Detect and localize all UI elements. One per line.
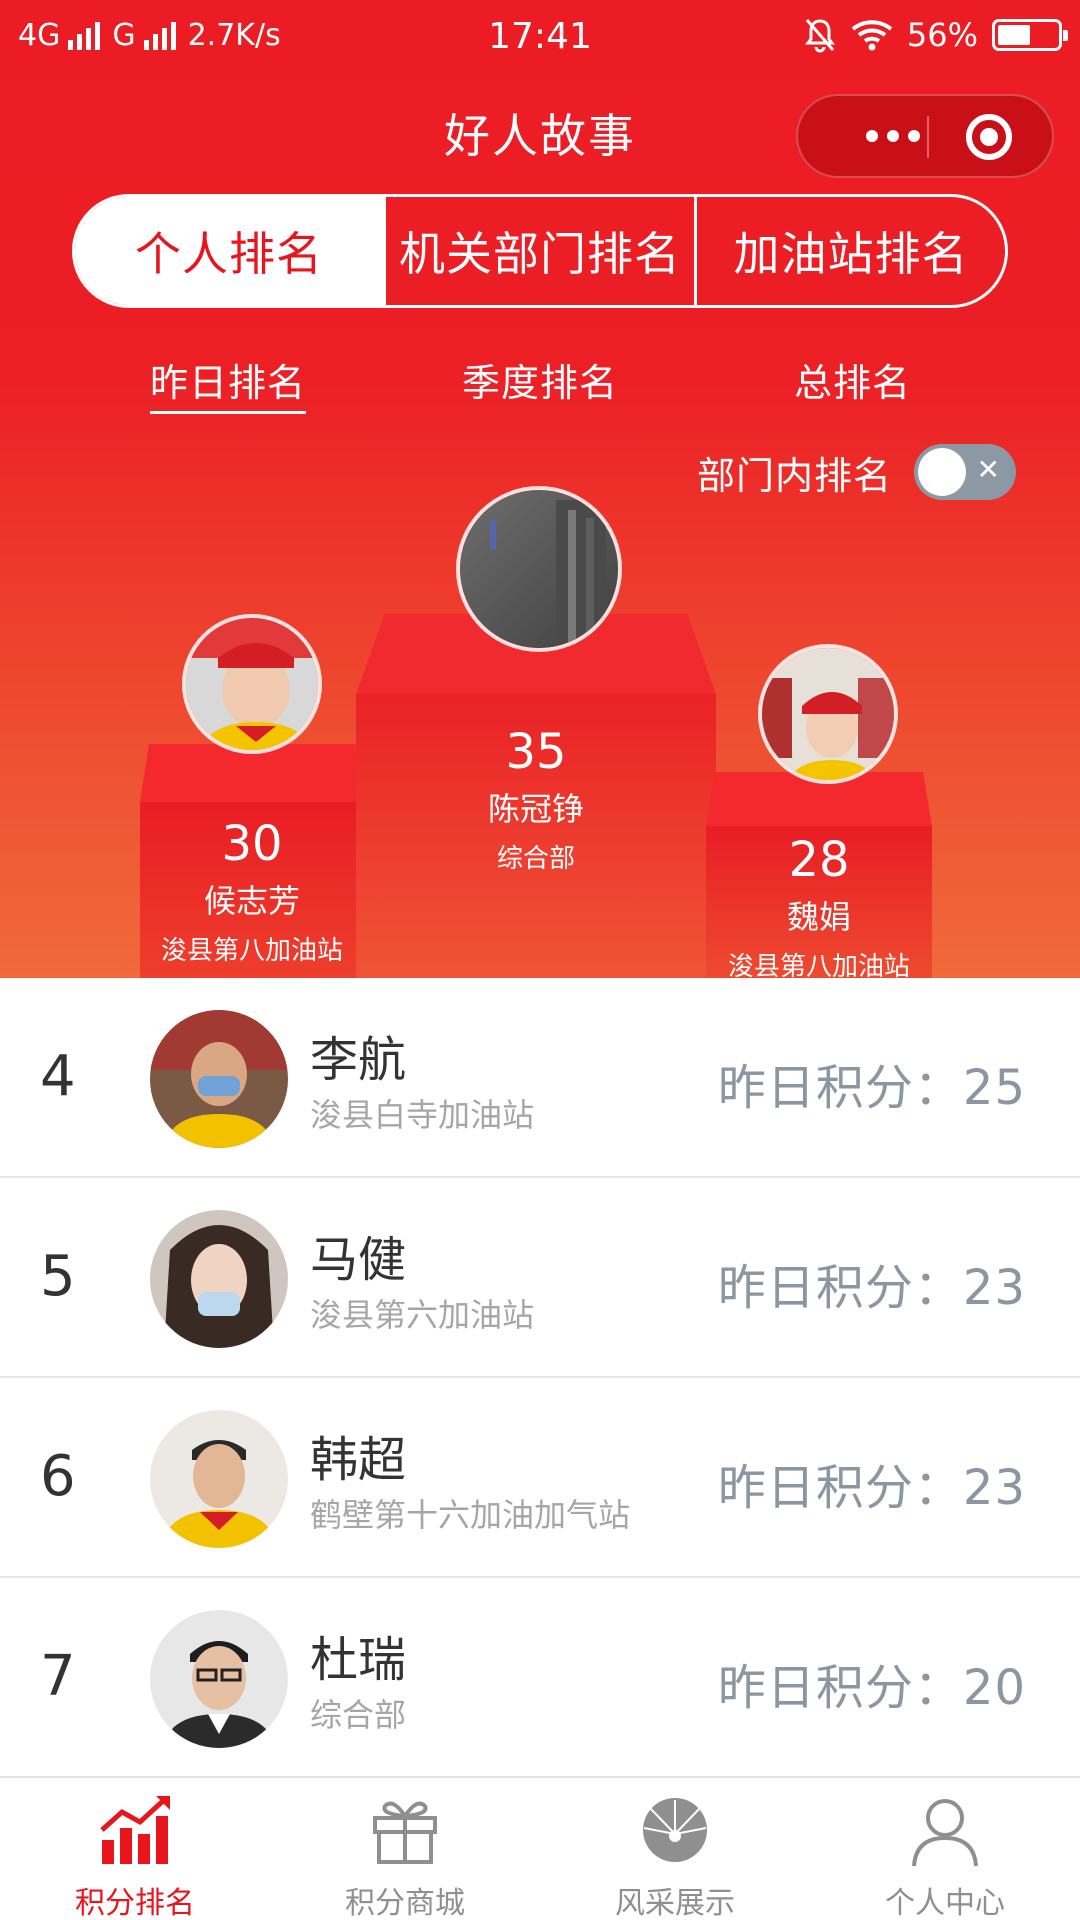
podium-third-place[interactable]: 28 魏娟 浚县第八加油站 (706, 772, 932, 978)
podium-first-score: 35 (505, 724, 567, 780)
avatar[interactable] (150, 1010, 288, 1148)
bottom-tab-bar: 积分排名 积分商城 风采展示 个人中心 (0, 1776, 1080, 1920)
podium-first-name: 陈冠铮 (487, 790, 584, 828)
podium-second-name: 候志芳 (203, 882, 300, 920)
tab-showcase[interactable]: 风采展示 (540, 1778, 810, 1920)
tab-personal-center[interactable]: 个人中心 (810, 1778, 1080, 1920)
avatar[interactable] (758, 644, 898, 784)
score-value: 20 (962, 1660, 1026, 1716)
rank-number: 6 (40, 1444, 76, 1509)
member-score: 昨日积分：25 (718, 1048, 1026, 1118)
podium-second-score: 30 (221, 816, 283, 872)
avatar[interactable] (182, 614, 322, 754)
list-item[interactable]: 6 韩超 鹤壁第十六加油加气站 昨日积分：23 (0, 1378, 1080, 1578)
ranking-list: 4 李航 浚县白寺加油站 昨日积分：25 5 马健 浚县第六加油站 昨日积分：2… (0, 978, 1080, 1778)
tab-label: 风采展示 (615, 1886, 735, 1920)
member-score: 昨日积分：20 (718, 1648, 1026, 1718)
score-label: 昨日积分： (717, 1060, 963, 1116)
segment-department[interactable]: 机关部门排名 (383, 197, 694, 305)
mute-bell-icon (804, 19, 835, 53)
podium-third-dept: 浚县第八加油站 (727, 952, 910, 978)
avatar[interactable] (456, 486, 622, 652)
member-dept: 浚县白寺加油站 (310, 1096, 535, 1134)
member-name: 韩超 (310, 1432, 407, 1488)
wifi-icon (851, 20, 893, 51)
battery-percent: 56% (906, 16, 978, 54)
avatar[interactable] (150, 1610, 288, 1748)
podium-second-place[interactable]: 30 候志芳 浚县第八加油站 (140, 744, 364, 978)
ranking-type-segmented-control: 个人排名 机关部门排名 加油站排名 (72, 194, 1008, 308)
user-icon (912, 1799, 978, 1867)
score-label: 昨日积分： (717, 1460, 963, 1516)
subtab-total[interactable]: 总排名 (794, 352, 911, 407)
member-name: 马健 (310, 1232, 407, 1288)
subtab-yesterday[interactable]: 昨日排名 (150, 352, 307, 414)
miniprogram-capsule (796, 94, 1054, 178)
department-ranking-toggle[interactable]: ✕ (914, 444, 1016, 500)
rank-number: 5 (40, 1244, 76, 1309)
avatar[interactable] (150, 1410, 288, 1548)
avatar[interactable] (150, 1210, 288, 1348)
score-value: 23 (962, 1260, 1026, 1316)
tab-label: 积分排名 (75, 1886, 195, 1920)
segment-gas-station[interactable]: 加油站排名 (694, 197, 1005, 305)
member-dept: 浚县第六加油站 (310, 1296, 535, 1334)
tab-points-mall[interactable]: 积分商城 (270, 1778, 540, 1920)
close-icon: ✕ (976, 453, 1000, 486)
list-item[interactable]: 7 杜瑞 综合部 昨日积分：20 (0, 1578, 1080, 1778)
more-options-icon[interactable] (838, 96, 948, 176)
rank-number: 4 (40, 1044, 76, 1109)
subtab-quarterly[interactable]: 季度排名 (462, 352, 618, 407)
podium-second-dept: 浚县第八加油站 (160, 936, 343, 966)
member-dept: 鹤壁第十六加油加气站 (310, 1496, 631, 1534)
toggle-knob (918, 448, 966, 496)
ranking-header: 4G G 2.7K/s 17:41 56% 好人故事 个人排名 机关部门排名 加… (0, 0, 1080, 978)
list-item[interactable]: 4 李航 浚县白寺加油站 昨日积分：25 (0, 978, 1080, 1178)
segment-personal[interactable]: 个人排名 (75, 197, 383, 305)
close-miniprogram-icon[interactable] (966, 114, 1012, 160)
tab-points-ranking[interactable]: 积分排名 (0, 1778, 270, 1920)
member-dept: 综合部 (310, 1696, 407, 1734)
member-name: 李航 (310, 1032, 407, 1088)
podium-first-place[interactable]: 35 陈冠铮 综合部 (356, 614, 716, 978)
battery-icon (992, 19, 1068, 51)
rank-number: 7 (40, 1644, 76, 1709)
score-value: 23 (962, 1460, 1026, 1516)
podium-third-name: 魏娟 (786, 898, 851, 936)
podium-third-score: 28 (788, 832, 850, 888)
tab-label: 个人中心 (885, 1886, 1005, 1920)
member-name: 杜瑞 (310, 1632, 407, 1688)
member-score: 昨日积分：23 (718, 1448, 1026, 1518)
gift-icon (373, 1801, 437, 1864)
tab-label: 积分商城 (345, 1886, 465, 1920)
score-label: 昨日积分： (717, 1260, 963, 1316)
podium-first-dept: 综合部 (496, 844, 575, 874)
member-score: 昨日积分：23 (718, 1248, 1026, 1318)
status-bar: 4G G 2.7K/s 17:41 56% (0, 0, 1080, 76)
department-ranking-label: 部门内排名 (696, 454, 892, 498)
device-status: 56% (803, 16, 1068, 54)
score-value: 25 (962, 1060, 1026, 1116)
bar-chart-icon (100, 1796, 170, 1864)
score-label: 昨日积分： (717, 1660, 963, 1716)
list-item[interactable]: 5 马健 浚县第六加油站 昨日积分：23 (0, 1178, 1080, 1378)
emblem-icon (643, 1798, 707, 1862)
